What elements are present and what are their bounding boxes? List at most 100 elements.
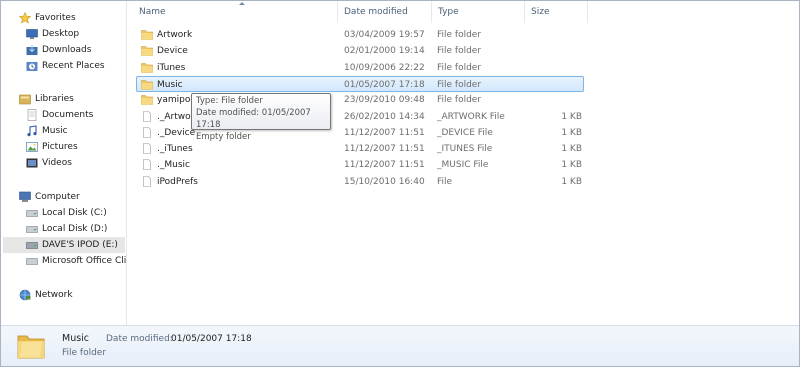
file-date: 02/01/2000 19:14 bbox=[344, 46, 425, 57]
nav-favorites[interactable]: Favorites bbox=[19, 10, 119, 26]
removable-drive-icon bbox=[26, 242, 38, 249]
file-row[interactable]: ._Music 11/12/2007 11:51 _MUSIC File 1 KB bbox=[127, 157, 587, 173]
libraries-icon bbox=[19, 94, 31, 105]
file-list-pane: Name Date modified Type Size Artwork 03/0… bbox=[127, 1, 799, 325]
nav-item-downloads[interactable]: Downloads bbox=[26, 42, 121, 58]
network-icon bbox=[19, 289, 31, 301]
file-date: 23/09/2010 09:48 bbox=[344, 95, 425, 106]
file-type: _DEVICE File bbox=[437, 127, 493, 138]
hard-drive-icon bbox=[26, 226, 38, 233]
nav-item-microsoft-office[interactable]: Microsoft Office Clic bbox=[26, 253, 126, 269]
recent-places-icon bbox=[26, 62, 38, 71]
file-name: iTunes bbox=[157, 62, 186, 73]
file-date: 15/10/2010 16:40 bbox=[344, 176, 425, 187]
file-size: 1 KB bbox=[561, 176, 582, 187]
file-type: _MUSIC File bbox=[437, 160, 489, 171]
file-type: _ITUNES File bbox=[437, 144, 493, 155]
nav-item-music[interactable]: Music bbox=[26, 123, 121, 139]
file-name: ._Music bbox=[157, 160, 190, 171]
file-row[interactable]: iTunes 10/09/2006 22:22 File folder bbox=[127, 60, 587, 76]
videos-icon bbox=[26, 158, 38, 168]
file-icon bbox=[143, 143, 151, 154]
file-name: ._Device bbox=[157, 127, 196, 138]
file-name: ._iTunes bbox=[157, 144, 193, 155]
nav-item-desktop[interactable]: Desktop bbox=[26, 26, 121, 42]
details-date-value: 01/05/2007 17:18 bbox=[171, 334, 252, 344]
file-icon bbox=[143, 175, 151, 187]
computer-icon bbox=[19, 191, 31, 202]
details-file-name: Music bbox=[62, 333, 90, 344]
column-header-bar: Name Date modified Type Size bbox=[127, 1, 799, 23]
nav-computer[interactable]: Computer bbox=[19, 189, 119, 205]
folder-large-icon bbox=[17, 335, 45, 359]
folder-icon bbox=[141, 46, 153, 57]
tooltip-type: Type: File folder bbox=[196, 96, 263, 106]
hard-drive-icon bbox=[26, 210, 38, 217]
nav-item-daves-ipod[interactable]: DAVE'S IPOD (E:) bbox=[3, 237, 125, 253]
nav-network-label: Network bbox=[35, 290, 73, 300]
file-name: Artwork bbox=[157, 30, 193, 40]
nav-item-local-disk-c[interactable]: Local Disk (C:) bbox=[26, 205, 121, 221]
file-icon bbox=[143, 126, 151, 138]
nav-item-label: Microsoft Office Clic bbox=[42, 256, 126, 266]
file-size: 1 KB bbox=[561, 111, 582, 122]
nav-libraries-label: Libraries bbox=[35, 94, 74, 104]
folder-icon bbox=[141, 95, 153, 105]
nav-favorites-label: Favorites bbox=[35, 13, 76, 23]
file-type: File folder bbox=[437, 95, 482, 106]
nav-item-label: Local Disk (C:) bbox=[42, 208, 107, 218]
column-header-label: Size bbox=[531, 7, 550, 17]
column-header-label: Type bbox=[438, 7, 459, 17]
file-row[interactable]: ._iTunes 11/12/2007 11:51 _ITUNES File 1 KB bbox=[127, 141, 587, 157]
nav-item-documents[interactable]: Documents bbox=[26, 107, 121, 123]
file-name: Music bbox=[157, 79, 183, 90]
nav-computer-label: Computer bbox=[35, 192, 80, 202]
nav-libraries[interactable]: Libraries bbox=[19, 91, 119, 107]
column-header-size[interactable]: Size bbox=[525, 1, 588, 23]
nav-item-label: Downloads bbox=[42, 45, 92, 55]
nav-item-label: Videos bbox=[42, 158, 72, 168]
file-date: 11/12/2007 11:51 bbox=[344, 160, 425, 171]
nav-item-label: DAVE'S IPOD (E:) bbox=[42, 240, 118, 250]
nav-item-label: Pictures bbox=[42, 142, 78, 152]
nav-item-label: Recent Places bbox=[42, 61, 105, 71]
tooltip-note: Empty folder bbox=[196, 132, 251, 142]
file-row[interactable]: Artwork 03/04/2009 19:57 File folder bbox=[127, 27, 587, 43]
file-row[interactable]: Music 01/05/2007 17:18 File folder bbox=[136, 75, 584, 92]
folder-icon bbox=[141, 30, 153, 40]
file-icon bbox=[143, 110, 151, 122]
file-row[interactable]: Device 02/01/2000 19:14 File folder bbox=[127, 43, 587, 59]
sort-ascending-icon bbox=[239, 2, 245, 5]
file-type: File folder bbox=[437, 30, 482, 40]
pictures-icon bbox=[26, 142, 38, 152]
nav-item-videos[interactable]: Videos bbox=[26, 155, 121, 171]
file-size: 1 KB bbox=[561, 160, 582, 171]
column-header-type[interactable]: Type bbox=[432, 1, 525, 23]
file-icon bbox=[143, 159, 151, 171]
star-icon bbox=[19, 12, 31, 24]
column-header-label: Name bbox=[139, 7, 166, 17]
music-note-icon bbox=[27, 125, 37, 137]
column-header-date[interactable]: Date modified bbox=[338, 1, 432, 23]
file-row[interactable]: iPodPrefs 15/10/2010 16:40 File 1 KB bbox=[127, 174, 587, 190]
file-type: File folder bbox=[437, 79, 482, 90]
nav-item-label: Music bbox=[42, 126, 68, 136]
nav-item-pictures[interactable]: Pictures bbox=[26, 139, 121, 155]
column-header-label: Date modified bbox=[344, 7, 408, 17]
desktop-icon bbox=[26, 29, 38, 39]
file-date: 01/05/2007 17:18 bbox=[344, 79, 425, 90]
nav-item-label: Desktop bbox=[42, 29, 80, 39]
file-type: _ARTWORK File bbox=[437, 111, 505, 122]
navigation-pane: Favorites Desktop Downloads Recent Place… bbox=[1, 1, 127, 325]
file-date: 11/12/2007 11:51 bbox=[344, 144, 425, 155]
nav-item-recent-places[interactable]: Recent Places bbox=[26, 58, 124, 74]
nav-item-label: Documents bbox=[42, 110, 94, 120]
file-date: 11/12/2007 11:51 bbox=[344, 127, 425, 138]
file-type: File bbox=[437, 176, 453, 187]
details-pane: Music File folder Date modified: 01/05/2… bbox=[1, 325, 799, 366]
nav-item-label: Local Disk (D:) bbox=[42, 224, 108, 234]
drive-icon bbox=[26, 258, 38, 265]
nav-network[interactable]: Network bbox=[19, 287, 119, 303]
nav-item-local-disk-d[interactable]: Local Disk (D:) bbox=[26, 221, 121, 237]
column-header-name[interactable]: Name bbox=[133, 1, 338, 23]
